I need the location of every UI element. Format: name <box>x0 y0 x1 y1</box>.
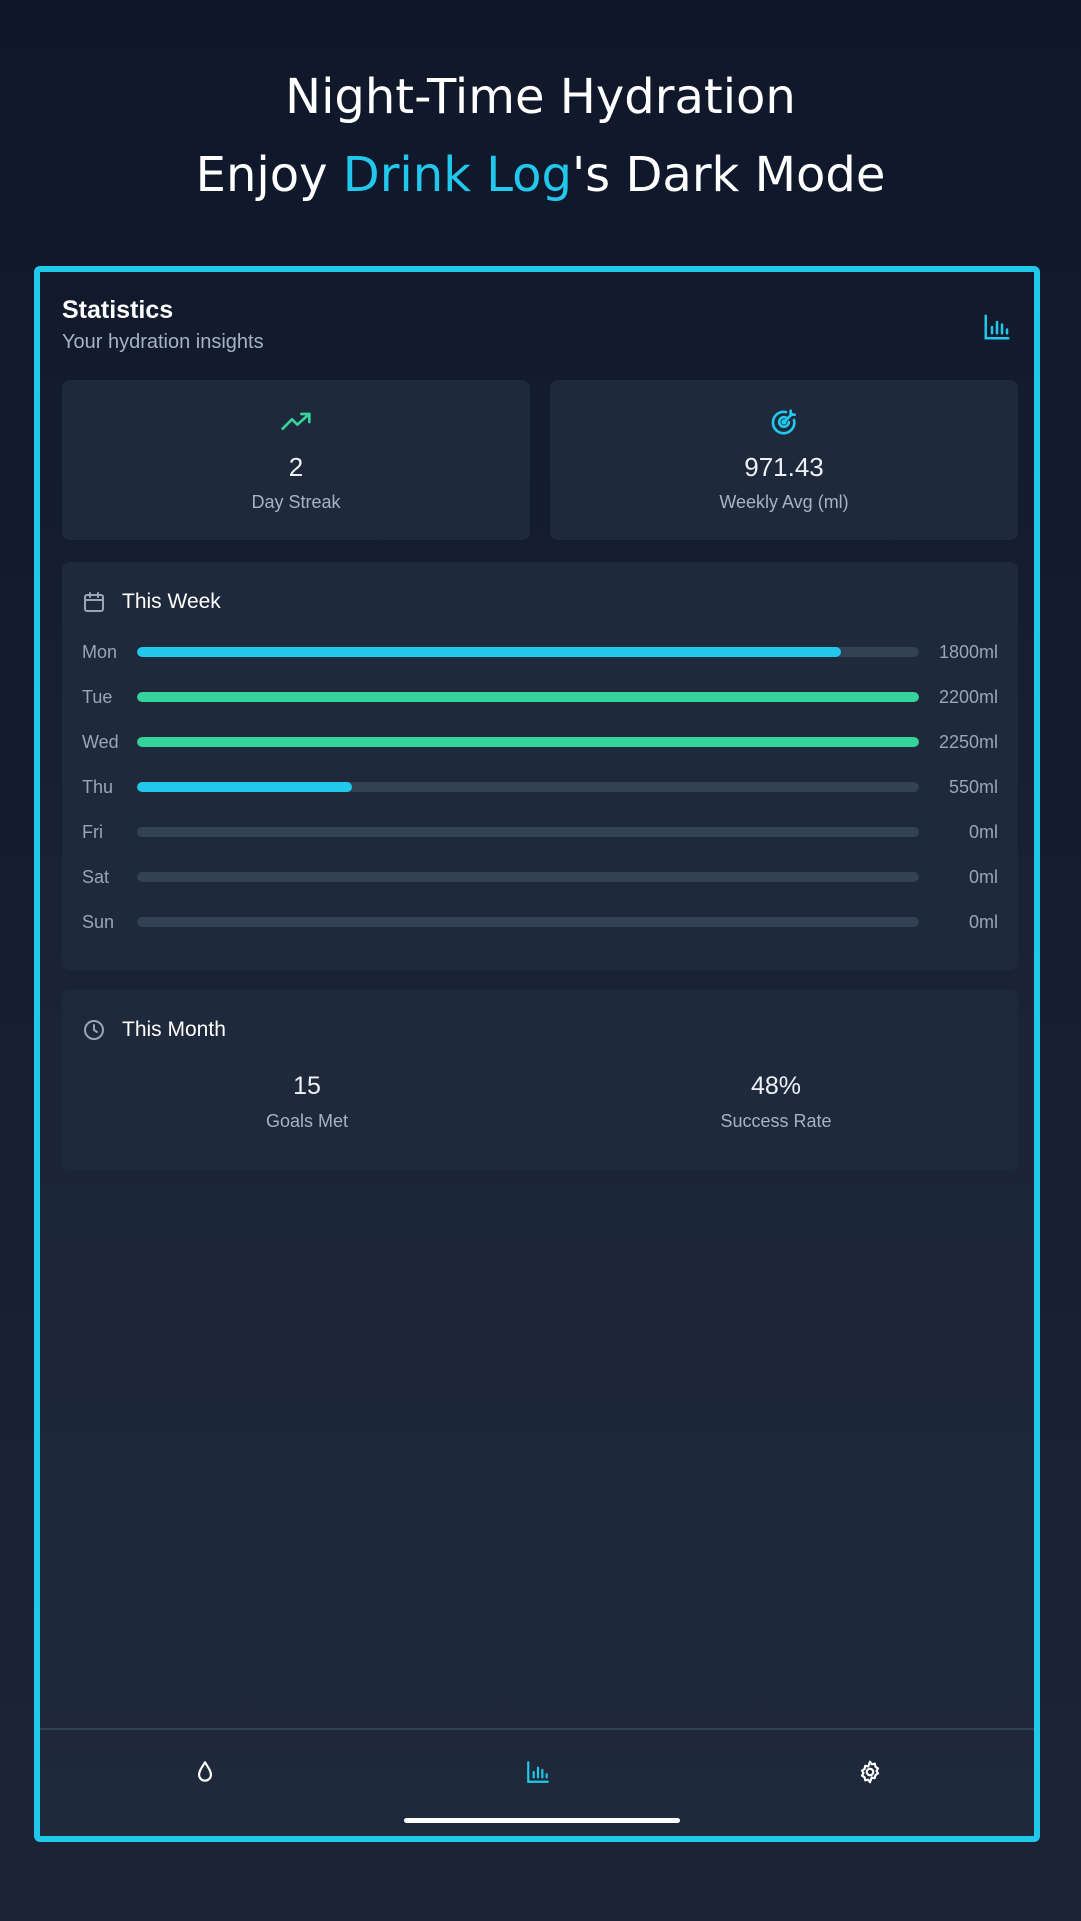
day-row-wed: Wed 2250ml <box>82 730 998 754</box>
calendar-icon <box>84 592 104 612</box>
progress-fill <box>137 692 919 702</box>
promo-subtitle-prefix: Enjoy <box>195 147 343 203</box>
progress-fill <box>137 647 841 657</box>
screen-header: Statistics Your hydration insights <box>62 296 264 354</box>
progress-track <box>137 782 919 792</box>
bar-chart-icon <box>984 314 1010 340</box>
promo-app-name: Drink Log <box>342 147 572 203</box>
promo-subtitle-suffix: 's Dark Mode <box>571 147 886 203</box>
gear-icon <box>860 1760 880 1784</box>
day-amount: 2250ml <box>938 732 998 752</box>
day-streak-card: 2 Day Streak <box>62 380 530 540</box>
clock-icon <box>84 1020 104 1040</box>
promo-title: Night-Time Hydration <box>285 69 796 125</box>
progress-track <box>137 737 919 747</box>
day-amount: 0ml <box>968 822 998 842</box>
day-row-mon: Mon 1800ml <box>82 640 998 664</box>
day-label: Mon <box>82 642 118 662</box>
day-row-sat: Sat 0ml <box>82 865 998 889</box>
day-amount: 1800ml <box>938 642 998 662</box>
day-label: Wed <box>82 732 119 752</box>
weekly-avg-value: 971.43 <box>744 452 824 482</box>
progress-track <box>137 827 919 837</box>
page-subtitle: Your hydration insights <box>62 331 264 353</box>
progress-track <box>137 917 919 927</box>
success-rate-stat: 48% Success Rate <box>626 1072 926 1132</box>
this-month-title: This Month <box>122 1018 226 1041</box>
promo-header: Night-Time Hydration Enjoy Drink Log's D… <box>0 58 1081 214</box>
bottom-nav <box>40 1728 1034 1836</box>
nav-settings-button[interactable] <box>848 1750 892 1794</box>
day-amount: 550ml <box>948 777 998 797</box>
home-indicator <box>404 1818 680 1823</box>
day-amount: 2200ml <box>938 687 998 707</box>
water-drop-icon <box>197 1761 213 1782</box>
goals-met-value: 15 <box>293 1072 321 1100</box>
day-label: Thu <box>82 777 114 797</box>
this-week-header: This Week <box>82 588 221 616</box>
progress-track <box>137 872 919 882</box>
success-rate-label: Success Rate <box>720 1111 832 1131</box>
day-row-tue: Tue 2200ml <box>82 685 998 709</box>
promo-subtitle: Enjoy Drink Log's Dark Mode <box>0 136 1081 214</box>
bar-chart-icon <box>527 1761 549 1783</box>
day-amount: 0ml <box>968 912 998 932</box>
weekly-avg-card: 971.43 Weekly Avg (ml) <box>550 380 1018 540</box>
day-amount: 0ml <box>968 867 998 887</box>
day-streak-value: 2 <box>288 452 304 482</box>
day-row-fri: Fri 0ml <box>82 820 998 844</box>
progress-track <box>137 692 919 702</box>
day-label: Tue <box>82 687 113 707</box>
nav-stats-button[interactable] <box>516 1750 560 1794</box>
goals-met-stat: 15 Goals Met <box>157 1072 457 1132</box>
this-week-panel: This Week Mon 1800ml Tue 2200ml Wed 2250ml Thu… <box>62 562 1018 970</box>
day-label: Sat <box>82 867 110 887</box>
this-month-panel: This Month 15 Goals Met 48% Success Rate <box>62 990 1018 1170</box>
trending-up-icon <box>281 412 311 430</box>
progress-fill <box>137 737 919 747</box>
this-month-header: This Month <box>82 1016 226 1044</box>
day-row-sun: Sun 0ml <box>82 910 998 934</box>
target-icon <box>771 409 796 435</box>
day-label: Sun <box>82 912 115 932</box>
page-title: Statistics <box>62 296 174 324</box>
success-rate-value: 48% <box>750 1072 802 1100</box>
phone-screen: Statistics Your hydration insights 2 Day… <box>34 266 1040 1842</box>
weekly-avg-label: Weekly Avg (ml) <box>719 492 849 512</box>
day-streak-label: Day Streak <box>251 492 341 512</box>
this-week-title: This Week <box>122 590 221 613</box>
day-label: Fri <box>82 822 103 842</box>
nav-water-button[interactable] <box>183 1750 227 1794</box>
progress-fill <box>137 782 353 792</box>
progress-track <box>137 647 919 657</box>
goals-met-label: Goals Met <box>265 1111 349 1131</box>
day-row-thu: Thu 550ml <box>82 775 998 799</box>
